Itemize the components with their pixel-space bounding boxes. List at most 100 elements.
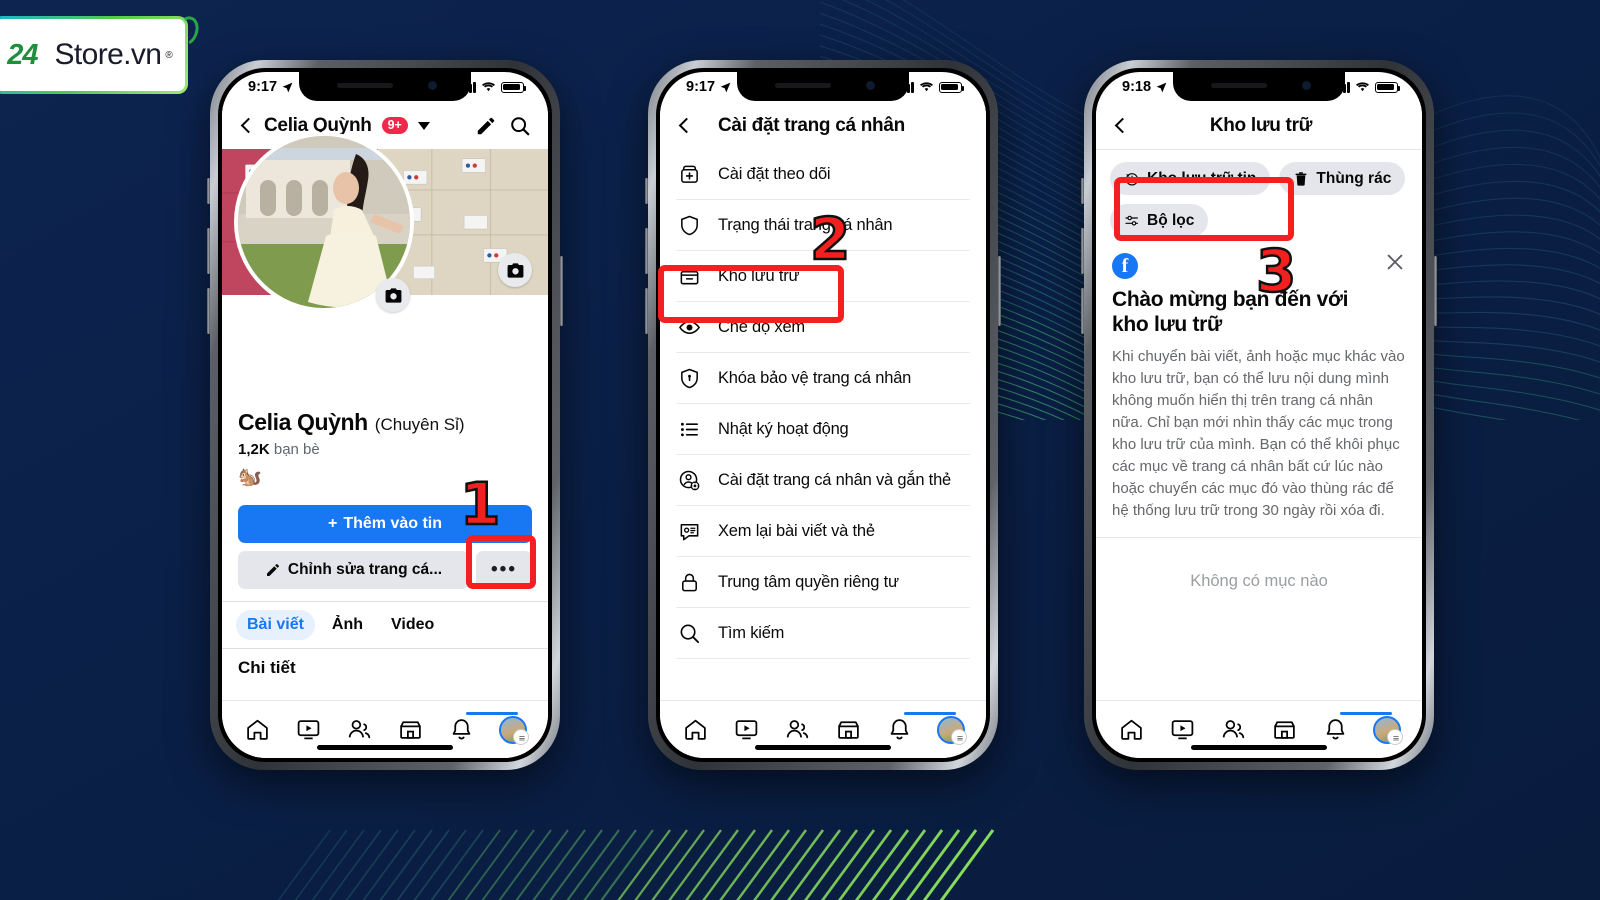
friend-count[interactable]: 1,2K bạn bè [238,441,532,458]
list-item-label: Nhật ký hoạt động [718,419,849,438]
profile-name-suffix: (Chuyên Sỉ) [374,415,465,434]
tabbar-home[interactable] [241,713,275,747]
list-item-search[interactable]: Tìm kiếm [676,608,970,659]
facebook-logo-icon: f [1112,253,1138,279]
profile-tabs: Bài viết Ảnh Video [222,601,548,648]
list-item-review-posts[interactable]: Xem lại bài viết và thẻ [676,506,970,557]
annotation-box-1 [466,535,536,589]
tabbar-notifications[interactable] [1319,713,1353,747]
home-icon [1121,719,1142,740]
step-number-1: 1 [459,470,502,538]
tabbar-friends[interactable] [781,713,815,747]
friends-icon [1222,720,1245,739]
home-indicator [1191,745,1327,750]
activity-log-icon [676,416,702,442]
archive-nav-bar: Kho lưu trữ [1096,102,1422,149]
list-item-profile-tagging[interactable]: Cài đặt trang cá nhân và gắn thẻ [676,455,970,506]
location-arrow-icon [282,82,293,92]
tabbar-friends[interactable] [1217,713,1251,747]
wifi-icon [1356,82,1369,92]
logo-number: 24 [7,38,38,71]
video-icon [735,720,758,740]
list-item-follow-settings[interactable]: Cài đặt theo dõi [676,149,970,200]
tabbar-menu[interactable] [903,711,968,747]
status-bar: 9:17 [222,72,548,102]
phone-3: 9:18 Kho lưu trữ Kho lưu trữ tin Thùng r… [1081,60,1437,770]
list-item-label: Trung tâm quyền riêng tư [718,572,899,591]
volume-up-button [645,228,648,274]
location-arrow-icon [720,82,731,92]
chevron-left-icon[interactable] [1114,117,1131,134]
page-title: Kho lưu trữ [1209,114,1313,136]
chip-label: Thùng rác [1316,169,1392,187]
power-button [1434,256,1437,326]
avatar[interactable] [234,132,414,312]
status-bar: 9:18 [1096,72,1422,102]
volume-down-button [207,288,210,334]
status-time: 9:17 [686,79,716,95]
trash-icon [1295,171,1307,186]
search-icon [676,620,702,646]
video-icon [297,720,320,740]
avatar-menu-icon [936,715,967,745]
edit-profile-button[interactable]: Chỉnh sửa trang cá... [238,551,469,589]
chevron-left-icon[interactable] [240,117,257,134]
camera-icon [385,287,401,303]
screen-profile-settings: 9:17 Cài đặt trang cá nhân Cài đặt theo … [660,72,986,758]
tabbar-marketplace[interactable] [394,713,428,747]
hamburger-icon [1392,735,1399,740]
avatar-menu-icon [498,715,529,745]
close-icon[interactable] [1384,251,1406,273]
bell-icon [890,719,909,740]
home-indicator [755,745,891,750]
tabbar-watch[interactable] [292,713,326,747]
follow-settings-icon [676,161,702,187]
battery-icon [939,81,965,93]
settings-nav-bar: Cài đặt trang cá nhân [660,102,986,149]
tabbar-watch[interactable] [730,713,764,747]
video-icon [1171,720,1194,740]
edit-profile-label: Chỉnh sửa trang cá... [287,561,443,578]
list-item-activity-log[interactable]: Nhật ký hoạt động [676,404,970,455]
chevron-left-icon[interactable] [678,117,695,134]
mute-switch [1081,178,1084,204]
pencil-icon[interactable] [474,114,498,138]
tabbar-menu[interactable] [465,711,530,747]
status-time: 9:18 [1122,79,1152,95]
list-item-label: Tìm kiếm [718,623,785,642]
tabbar-notifications[interactable] [883,713,917,747]
tabbar-notifications[interactable] [445,713,479,747]
chip-trash[interactable]: Thùng rác [1279,162,1406,195]
location-arrow-icon [1156,82,1167,92]
tabbar-marketplace[interactable] [1268,713,1302,747]
tab-posts[interactable]: Bài viết [236,610,315,640]
tab-videos[interactable]: Video [380,610,445,640]
phone-1: 9:17 Celia Quỳnh 9+ Celia Quỳnh (Chuyên … [207,60,563,770]
marketplace-icon [400,721,421,739]
screen-archive: 9:18 Kho lưu trữ Kho lưu trữ tin Thùng r… [1096,72,1422,758]
tabbar-friends[interactable] [343,713,377,747]
annotation-box-2 [658,265,844,323]
tabbar-marketplace[interactable] [832,713,866,747]
avatar-camera-button[interactable] [376,278,410,312]
cover-camera-button[interactable] [498,253,532,287]
tab-photos[interactable]: Ảnh [321,610,374,640]
list-item-label: Cài đặt trang cá nhân và gắn thẻ [718,470,952,489]
tabbar-home[interactable] [679,713,713,747]
battery-icon [1375,81,1401,93]
friends-icon [786,720,809,739]
caret-down-icon[interactable] [417,121,430,130]
search-icon[interactable] [508,114,532,138]
tabbar-watch[interactable] [1166,713,1200,747]
lock-icon [676,569,702,595]
list-item-privacy-center[interactable]: Trung tâm quyền riêng tư [676,557,970,608]
list-item-profile-lock[interactable]: Khóa bảo vệ trang cá nhân [676,353,970,404]
screen-profile: 9:17 Celia Quỳnh 9+ Celia Quỳnh (Chuyên … [222,72,548,758]
marketplace-icon [1274,721,1295,739]
tabbar-menu[interactable] [1339,711,1404,747]
shield-lock-icon [676,365,702,391]
logo-registered-mark: ® [165,49,173,61]
tabbar-home[interactable] [1115,713,1149,747]
shield-icon [676,212,702,238]
volume-down-button [1081,288,1084,334]
